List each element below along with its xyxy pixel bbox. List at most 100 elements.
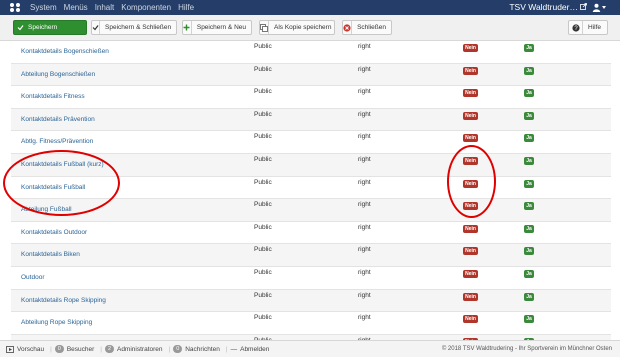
save-copy-button[interactable]: Als Kopie speichern	[259, 20, 335, 35]
admins-link[interactable]: | 2 Administratoren	[100, 345, 163, 353]
table-row: Kontaktdetails Bogenschießen Public right N…	[11, 41, 611, 63]
admins-count-badge: 2	[104, 345, 114, 353]
table-row: Abteilung Bogenschießen Public right Nein Ja	[11, 62, 611, 86]
preview-icon	[6, 345, 14, 353]
visitors-count-badge: 0	[54, 345, 64, 353]
status-badge-yes[interactable]: Ja	[524, 134, 534, 143]
save-close-button[interactable]: Speichern & Schließen	[91, 20, 177, 35]
row-title-link[interactable]: Kontaktdetails Fitness	[21, 93, 85, 100]
copyright-text: © 2018 TSV Waldtrudering - Ihr Sportvere…	[441, 346, 612, 352]
preview-link[interactable]: Vorschau	[6, 346, 44, 353]
status-badge-no[interactable]: Nein	[463, 134, 478, 143]
row-direction: right	[358, 133, 371, 141]
status-badge-no[interactable]: Nein	[463, 111, 478, 120]
row-direction: right	[358, 269, 371, 276]
separator: |	[168, 345, 171, 353]
status-badge-no[interactable]: Nein	[463, 44, 478, 52]
status-bar: Vorschau | 0 Besucher | 2 Administratore…	[0, 340, 620, 357]
check-icon	[92, 21, 100, 34]
status-badge-no[interactable]: Nein	[463, 66, 478, 75]
row-title-link[interactable]: Kontaktdetails Biken	[21, 251, 80, 258]
joomla-logo-icon[interactable]	[8, 2, 22, 13]
status-badge-yes[interactable]: Ja	[524, 202, 534, 211]
row-direction: right	[358, 156, 371, 163]
visitors-label: Besucher	[66, 345, 95, 353]
row-direction: right	[358, 88, 371, 96]
row-direction: right	[358, 201, 371, 209]
status-badge-yes[interactable]: Ja	[524, 224, 534, 233]
close-button[interactable]: Schließen	[342, 20, 392, 35]
status-badge-yes[interactable]: Ja	[524, 44, 534, 52]
status-badge-yes[interactable]: Ja	[524, 270, 534, 278]
separator: |	[100, 345, 102, 353]
close-label: Schließen	[357, 24, 386, 31]
status-badge-no[interactable]: Nein	[463, 270, 478, 278]
menu-help[interactable]: Hilfe	[178, 3, 194, 12]
separator: |	[50, 345, 52, 353]
separator: |	[225, 345, 228, 353]
annotation-circle-badges	[447, 145, 496, 218]
menu-system[interactable]: System	[30, 3, 57, 12]
top-navbar: System Menüs Inhalt Komponenten Hilfe TS…	[0, 0, 620, 15]
menu-menus[interactable]: Menüs	[64, 3, 88, 12]
status-badge-no[interactable]: Nein	[463, 292, 478, 301]
row-title-link[interactable]: Kontaktdetails Outdoor	[21, 229, 87, 236]
user-menu-icon[interactable]	[592, 2, 608, 13]
row-title-link[interactable]: Abteilung Rope Skipping	[21, 319, 92, 326]
table-row: Abtlg. Fitness/Prävention Public right Nein…	[11, 130, 611, 153]
status-badge-no[interactable]: Nein	[463, 315, 478, 324]
row-direction: right	[358, 246, 371, 254]
save-new-label: Speichern & Neu	[196, 24, 246, 31]
menu-components[interactable]: Komponenten	[121, 3, 171, 12]
status-badge-yes[interactable]: Ja	[524, 157, 534, 165]
row-direction: right	[358, 223, 371, 231]
save-button[interactable]: Speichern	[13, 20, 87, 35]
row-direction: right	[358, 65, 371, 73]
table-row: Kontaktdetails Fitness Public right Nein Ja	[11, 85, 611, 108]
status-badge-yes[interactable]: Ja	[524, 179, 534, 188]
help-label: Hilfe	[588, 24, 602, 31]
row-title-link[interactable]: Kontaktdetails Rope Skipping	[21, 297, 106, 304]
status-badge-yes[interactable]: Ja	[524, 66, 534, 75]
save-new-button[interactable]: Speichern & Neu	[182, 20, 252, 35]
visitors-link[interactable]: | 0 Besucher	[50, 345, 94, 353]
status-badge-yes[interactable]: Ja	[524, 89, 534, 98]
help-button[interactable]: ? Hilfe	[568, 20, 608, 35]
site-link[interactable]: TSV Waldtruder…	[509, 2, 578, 12]
admins-label: Administratoren	[116, 345, 163, 353]
row-title-link[interactable]: Abteilung Bogenschießen	[21, 71, 95, 78]
row-access-level: Public	[254, 43, 272, 50]
row-direction: right	[358, 178, 371, 186]
status-badge-yes[interactable]: Ja	[524, 247, 534, 256]
messages-link[interactable]: | 0 Nachrichten	[169, 345, 220, 353]
status-badge-yes[interactable]: Ja	[524, 292, 534, 301]
row-direction: right	[358, 291, 371, 299]
status-badge-yes[interactable]: Ja	[524, 111, 534, 120]
status-badge-no[interactable]: Nein	[463, 247, 478, 256]
row-title-link[interactable]: Abtlg. Fitness/Prävention	[21, 138, 93, 145]
row-access-level: Public	[254, 314, 272, 322]
row-title-link[interactable]: Kontaktdetails Prävention	[21, 116, 95, 123]
menu-content[interactable]: Inhalt	[95, 3, 115, 12]
row-direction: right	[358, 314, 371, 322]
status-badge-no[interactable]: Nein	[463, 224, 478, 233]
status-badge-yes[interactable]: Ja	[524, 315, 534, 324]
table-row: Outdoor Public right Nein Ja	[11, 266, 611, 289]
row-access-level: Public	[254, 88, 272, 96]
row-access-level: Public	[254, 156, 272, 163]
save-icon	[14, 21, 26, 34]
plus-icon	[183, 21, 192, 34]
annotation-circle-titles	[3, 150, 120, 216]
status-badge-no[interactable]: Nein	[463, 89, 478, 98]
row-access-level: Public	[254, 223, 272, 231]
row-title-link[interactable]: Kontaktdetails Bogenschießen	[21, 48, 109, 55]
table-row: Kontaktdetails Biken Public right Nein Ja	[11, 243, 611, 267]
preview-label: Vorschau	[17, 345, 45, 353]
row-access-level: Public	[254, 65, 272, 73]
main-menu: System Menüs Inhalt Komponenten Hilfe	[30, 3, 201, 12]
row-title-link[interactable]: Outdoor	[21, 274, 45, 281]
table-row: Abteilung Rope Skipping Public right Nein Ja	[11, 311, 611, 334]
save-close-label: Speichern & Schließen	[105, 24, 172, 31]
external-link-icon[interactable]	[580, 3, 587, 12]
logout-link[interactable]: | — Abmelden	[226, 346, 269, 353]
